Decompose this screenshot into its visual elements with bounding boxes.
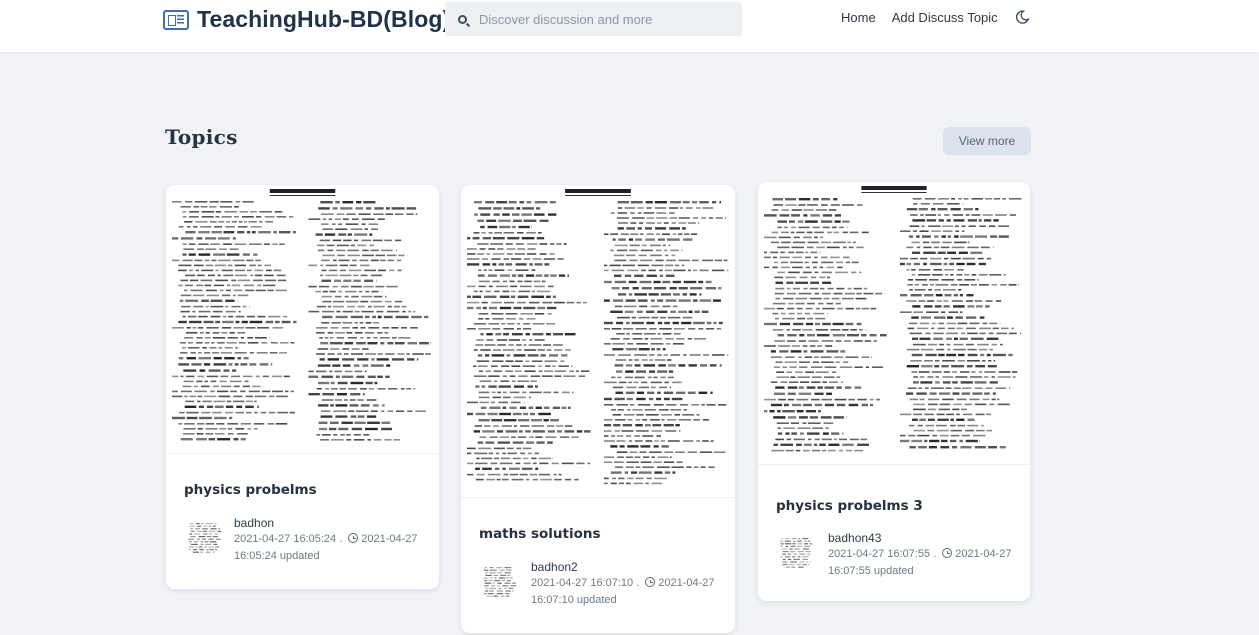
created-time: 2021-04-27 16:07:10 . [531,577,640,589]
card-title[interactable]: physics probelms 3 [776,498,923,514]
topic-thumbnail[interactable] [461,185,735,497]
brand-logo[interactable]: TeachingHub-BD(Blog) [163,6,450,33]
card-body: physics probelms 3 badhon43 2021-04-27 1… [758,464,1030,601]
topic-card[interactable]: maths solutions badhon2 2021-04-27 16:07… [461,185,735,633]
search-input[interactable] [479,11,729,27]
created-time: 2021-04-27 16:07:55 . [828,548,937,560]
updated-date: 2021-04-27 [361,533,418,545]
topic-thumbnail[interactable] [758,182,1030,464]
updated-time: 16:07:10 updated [531,594,617,606]
updated-time: 16:07:55 updated [828,565,914,577]
topic-card[interactable]: physics probelms 3 badhon43 2021-04-27 1… [758,182,1030,601]
card-body: maths solutions badhon2 2021-04-27 16:07… [461,497,735,633]
updated-date: 2021-04-27 [658,577,715,589]
card-body: physics probelms badhon 2021-04-27 16:05… [166,453,439,589]
moon-icon[interactable] [1014,9,1030,25]
avatar-texture [780,538,814,568]
card-title[interactable]: physics probelms [184,482,317,498]
brand-name: TeachingHub-BD(Blog) [197,6,451,32]
search-bar[interactable] [445,2,742,36]
search-icon [458,14,467,24]
section-title: Topics [165,125,238,149]
nav-home-link[interactable]: Home [841,10,876,25]
newspaper-icon [163,9,189,30]
updated-date: 2021-04-27 [955,548,1012,560]
author-name[interactable]: badhon43 [828,531,881,545]
clock-icon [942,548,953,558]
navbar: TeachingHub-BD(Blog) Home Add Discuss To… [0,0,1259,52]
timestamp: 2021-04-27 16:05:24 . 2021-04-27 16:05:24… [234,531,424,565]
nav-add-topic-link[interactable]: Add Discuss Topic [892,10,998,25]
card-title[interactable]: maths solutions [479,526,601,542]
avatar[interactable] [184,518,222,556]
scanned-page-texture [764,186,1022,452]
topic-card[interactable]: physics probelms badhon 2021-04-27 16:05… [166,185,439,589]
view-more-button[interactable]: View more [943,127,1031,155]
avatar-texture [483,567,517,597]
nav-links: Home Add Discuss Topic [841,9,1030,25]
topic-thumbnail[interactable] [166,185,439,453]
clock-icon [348,533,359,543]
avatar-texture [188,523,222,553]
scanned-page-texture [172,189,432,441]
avatar[interactable] [776,533,814,571]
timestamp: 2021-04-27 16:07:10 . 2021-04-27 16:07:10… [531,575,721,609]
timestamp: 2021-04-27 16:07:55 . 2021-04-27 16:07:55… [828,546,1018,580]
updated-time: 16:05:24 updated [234,550,320,562]
created-time: 2021-04-27 16:05:24 . [234,533,343,545]
author-name[interactable]: badhon [234,516,274,530]
clock-icon [645,577,656,587]
avatar[interactable] [479,562,517,600]
scanned-page-texture [467,189,729,485]
author-name[interactable]: badhon2 [531,560,578,574]
